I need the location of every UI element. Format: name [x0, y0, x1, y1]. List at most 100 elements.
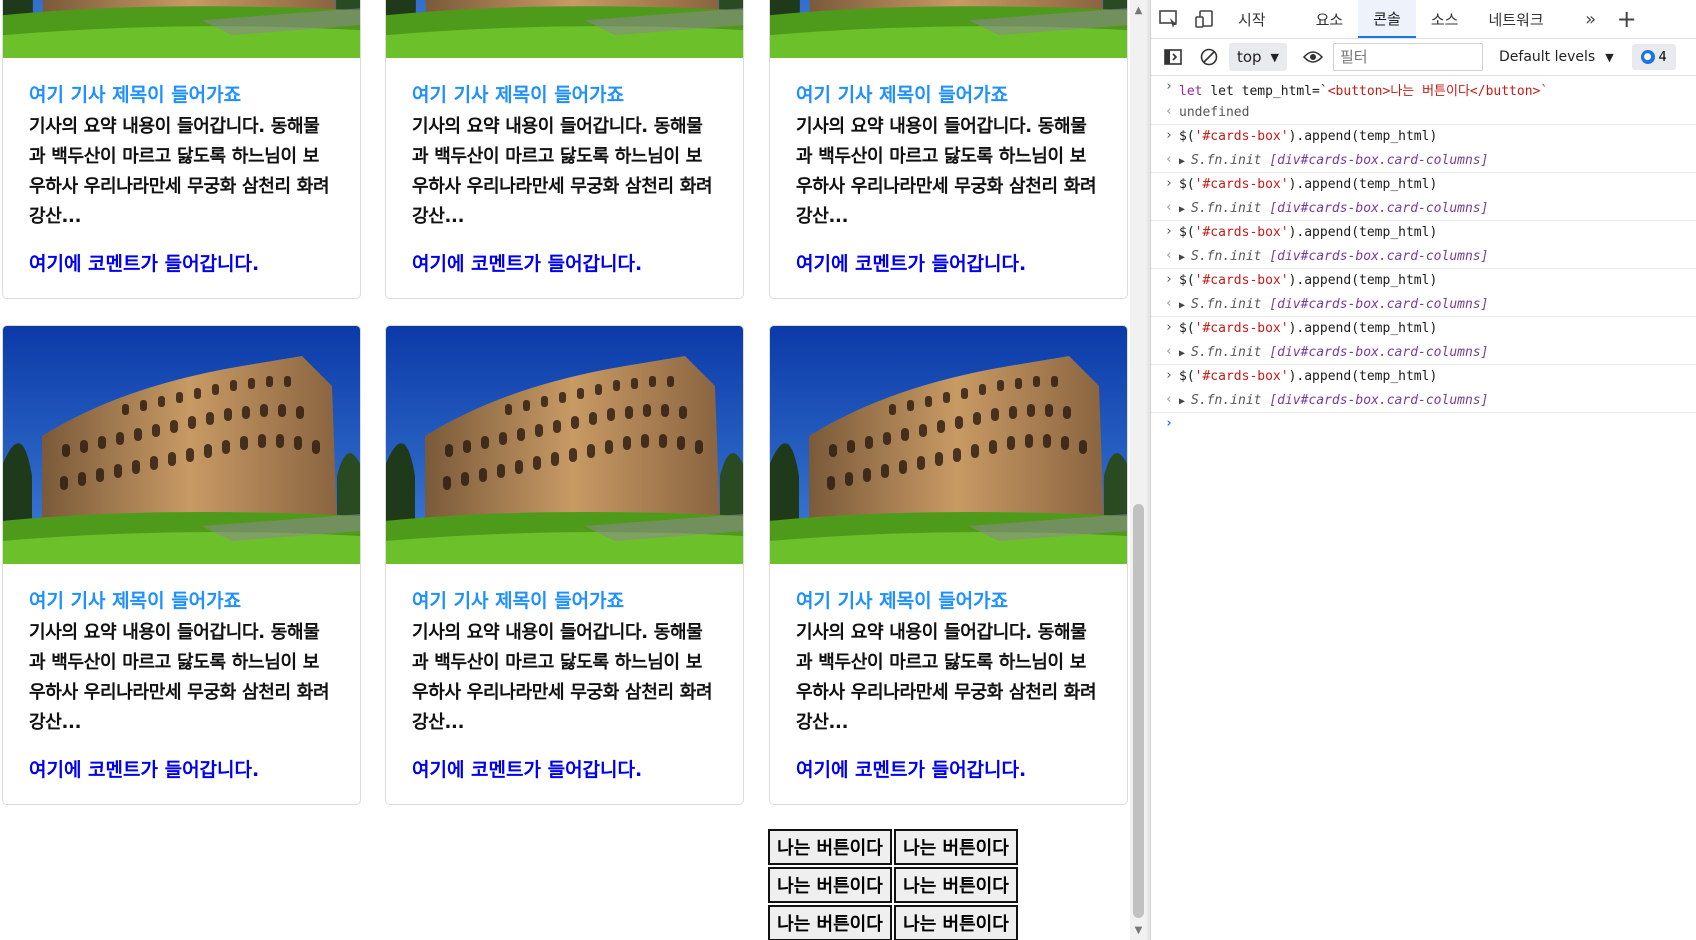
card-image	[3, 0, 360, 58]
card-image	[386, 0, 743, 58]
code-text: $(	[1179, 177, 1195, 192]
code-text: ).append(temp_html)	[1288, 369, 1438, 384]
card-text: 기사의 요약 내용이 들어갑니다. 동해물과 백두산이 마르고 닳도록 하느님이…	[412, 622, 713, 733]
output-chevron-icon: ‹	[1165, 152, 1173, 167]
page-scrollbar[interactable]: ▲ ▼	[1130, 0, 1147, 940]
keyword-let: let	[1179, 84, 1203, 99]
code-text: $(	[1179, 225, 1195, 240]
news-card: 여기 기사 제목이 들어가죠 기사의 요약 내용이 들어갑니다. 동해물과 백두…	[769, 325, 1128, 805]
code-string: '#cards-box'	[1194, 177, 1289, 192]
code-string: '#cards-box'	[1194, 369, 1289, 384]
card-title[interactable]: 여기 기사 제목이 들어가죠	[412, 588, 717, 614]
card-comment: 여기에 코멘트가 들어갑니다.	[796, 759, 1027, 781]
console-result-line[interactable]: ‹ ▶ S.fn.init [div#cards-box.card-columns]	[1151, 341, 1696, 365]
input-chevron-icon: ›	[1165, 79, 1173, 94]
appended-button[interactable]: 나는 버튼이다	[894, 829, 1018, 865]
expand-triangle-icon[interactable]: ▶	[1179, 204, 1185, 215]
console-filter-input[interactable]	[1333, 43, 1483, 71]
console-result-line: ‹ undefined	[1151, 101, 1696, 125]
colosseum-image	[770, 326, 1127, 564]
output-chevron-icon: ‹	[1165, 248, 1173, 263]
colosseum-image	[386, 0, 743, 58]
scroll-thumb[interactable]	[1133, 504, 1144, 918]
more-tabs-icon[interactable]: »	[1573, 0, 1609, 38]
code-text: ).append(temp_html)	[1288, 321, 1438, 336]
dropdown-arrow-icon: ▼	[1605, 50, 1614, 64]
card-title[interactable]: 여기 기사 제목이 들어가죠	[412, 82, 717, 108]
card-text: 기사의 요약 내용이 들어갑니다. 동해물과 백두산이 마르고 닳도록 하느님이…	[412, 116, 713, 227]
tab-console[interactable]: 콘솔	[1358, 0, 1416, 38]
output-chevron-icon: ‹	[1165, 392, 1173, 407]
tab-elements[interactable]: 요소	[1301, 0, 1359, 38]
card-comment: 여기에 코멘트가 들어갑니다.	[29, 759, 260, 781]
card-image	[3, 326, 360, 564]
message-icon: ●	[1640, 50, 1655, 64]
inspect-icon[interactable]	[1151, 0, 1187, 38]
card-comment: 여기에 코멘트가 들어갑니다.	[412, 759, 643, 781]
tab-welcome[interactable]: 시작	[1223, 0, 1281, 38]
scroll-down-icon[interactable]: ▼	[1130, 920, 1147, 940]
add-tab-icon[interactable]: +	[1609, 0, 1645, 38]
colosseum-image	[3, 326, 360, 564]
dropdown-arrow-icon: ▼	[1270, 50, 1279, 64]
appended-button[interactable]: 나는 버튼이다	[768, 867, 892, 903]
code-text: $(	[1179, 129, 1195, 144]
result-class: [div#cards-box.card-columns]	[1269, 249, 1489, 264]
result-fn: S.fn.init	[1191, 153, 1262, 168]
result-fn: S.fn.init	[1191, 393, 1262, 408]
appended-button[interactable]: 나는 버튼이다	[768, 905, 892, 940]
console-result-line[interactable]: ‹ ▶ S.fn.init [div#cards-box.card-columns]	[1151, 197, 1696, 221]
result-class: [div#cards-box.card-columns]	[1269, 153, 1489, 168]
sidebar-toggle-icon[interactable]	[1157, 42, 1189, 72]
tab-network[interactable]: 네트워크	[1473, 0, 1558, 38]
expand-triangle-icon[interactable]: ▶	[1179, 348, 1185, 359]
console-result-line[interactable]: ‹ ▶ S.fn.init [div#cards-box.card-columns]	[1151, 245, 1696, 269]
issues-count: 4	[1658, 49, 1667, 65]
result-class: [div#cards-box.card-columns]	[1269, 297, 1489, 312]
context-select[interactable]: top ▼	[1229, 43, 1287, 71]
card-title[interactable]: 여기 기사 제목이 들어가죠	[796, 588, 1101, 614]
expand-triangle-icon[interactable]: ▶	[1179, 396, 1185, 407]
expand-triangle-icon[interactable]: ▶	[1179, 252, 1185, 263]
card-title[interactable]: 여기 기사 제목이 들어가죠	[796, 82, 1101, 108]
result-fn: S.fn.init	[1191, 201, 1262, 216]
console-result-line[interactable]: ‹ ▶ S.fn.init [div#cards-box.card-columns]	[1151, 149, 1696, 173]
code-string: '#cards-box'	[1194, 321, 1289, 336]
input-chevron-icon: ›	[1165, 368, 1173, 383]
tab-sources[interactable]: 소스	[1416, 0, 1474, 38]
console-prompt[interactable]: ›	[1151, 413, 1696, 437]
log-levels-dropdown[interactable]: Default levels ▼	[1499, 49, 1614, 65]
code-string: <button>나는 버튼이다</button>	[1327, 84, 1541, 99]
card-comment: 여기에 코멘트가 들어갑니다.	[796, 253, 1027, 275]
input-chevron-icon: ›	[1165, 320, 1173, 335]
console-result-line[interactable]: ‹ ▶ S.fn.init [div#cards-box.card-columns]	[1151, 293, 1696, 317]
code-string: '#cards-box'	[1194, 273, 1289, 288]
console-result-line[interactable]: ‹ ▶ S.fn.init [div#cards-box.card-columns]	[1151, 389, 1696, 413]
expand-triangle-icon[interactable]: ▶	[1179, 300, 1185, 311]
issues-counter[interactable]: ● 4	[1631, 44, 1676, 70]
card-text: 기사의 요약 내용이 들어갑니다. 동해물과 백두산이 마르고 닳도록 하느님이…	[29, 116, 330, 227]
news-card: 여기 기사 제목이 들어가죠 기사의 요약 내용이 들어갑니다. 동해물과 백두…	[2, 0, 361, 299]
colosseum-image	[3, 0, 360, 58]
devtools-panel: 시작 요소 콘솔 소스 네트워크 » + top ▼ Defau	[1150, 0, 1696, 940]
context-value: top	[1237, 48, 1262, 66]
expand-triangle-icon[interactable]: ▶	[1179, 156, 1185, 167]
device-toggle-icon[interactable]	[1187, 0, 1223, 38]
code-text: ).append(temp_html)	[1288, 129, 1438, 144]
live-expression-eye-icon[interactable]	[1297, 42, 1329, 72]
output-chevron-icon: ‹	[1165, 104, 1173, 119]
card-title[interactable]: 여기 기사 제목이 들어가죠	[29, 82, 334, 108]
card-title[interactable]: 여기 기사 제목이 들어가죠	[29, 588, 334, 614]
colosseum-image	[386, 326, 743, 564]
code-text: `	[1540, 84, 1549, 99]
card-comment: 여기에 코멘트가 들어갑니다.	[29, 253, 260, 275]
scroll-up-icon[interactable]: ▲	[1130, 0, 1147, 20]
appended-buttons: 나는 버튼이다 나는 버튼이다 나는 버튼이다 나는 버튼이다 나는 버튼이다 …	[768, 829, 1018, 940]
clear-console-icon[interactable]	[1193, 42, 1225, 72]
code-text: ).append(temp_html)	[1288, 225, 1438, 240]
console-input-line: › $('#cards-box').append(temp_html)	[1151, 365, 1696, 389]
code-text: $(	[1179, 321, 1195, 336]
appended-button[interactable]: 나는 버튼이다	[894, 867, 1018, 903]
appended-button[interactable]: 나는 버튼이다	[768, 829, 892, 865]
appended-button[interactable]: 나는 버튼이다	[894, 905, 1018, 940]
